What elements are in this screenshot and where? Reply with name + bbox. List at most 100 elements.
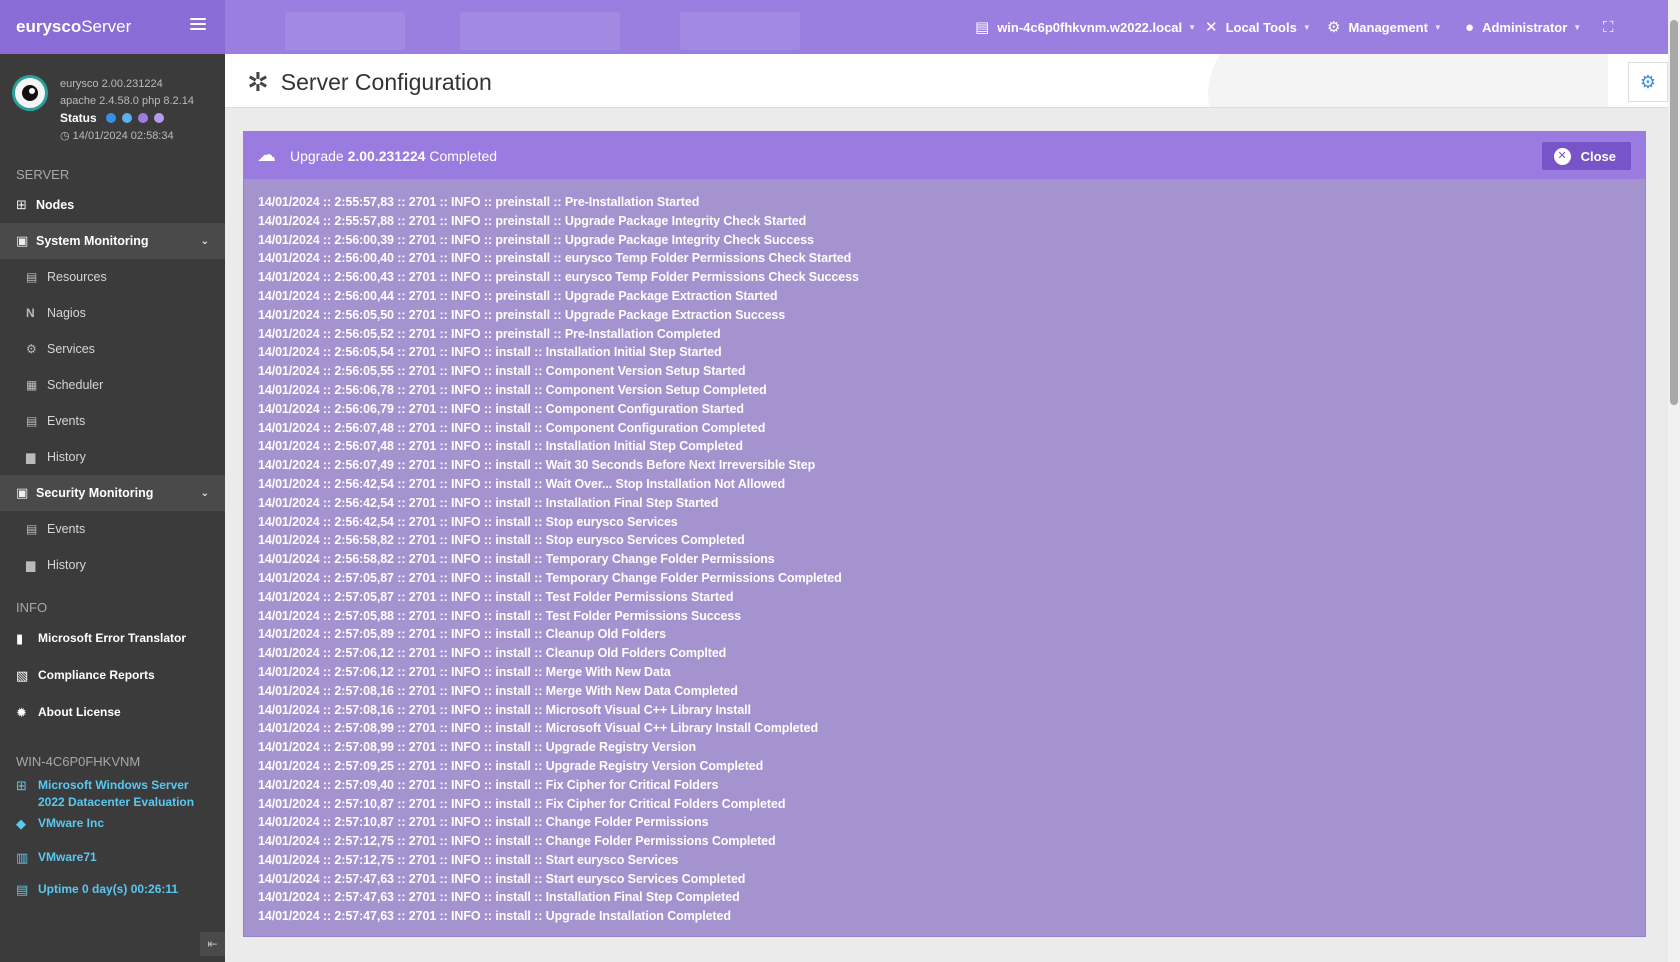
log-line: 14/01/2024 :: 2:56:42,54 :: 2701 :: INFO… <box>258 476 786 491</box>
tools-icon: ✕ <box>1205 19 1218 36</box>
log-line: 14/01/2024 :: 2:57:09,25 :: 2701 :: INFO… <box>258 758 764 773</box>
windows-icon: ⊞ <box>16 778 27 793</box>
sidebar-item-nodes[interactable]: ⊞ Nodes <box>0 187 225 223</box>
log-line: 14/01/2024 :: 2:56:58,82 :: 2701 :: INFO… <box>258 552 775 567</box>
log-line: 14/01/2024 :: 2:57:12,75 :: 2701 :: INFO… <box>258 852 679 867</box>
sidebar-item-nagios[interactable]: N Nagios <box>0 295 225 331</box>
log-line: 14/01/2024 :: 2:57:10,87 :: 2701 :: INFO… <box>258 796 786 811</box>
topnav-administrator[interactable]: ● Administrator ▼ <box>1465 0 1581 54</box>
resources-icon: ▤ <box>26 270 38 284</box>
log-line: 14/01/2024 :: 2:57:09,40 :: 2701 :: INFO… <box>258 777 719 792</box>
sidebar-item-manufacturer[interactable]: ◆ VMware Inc <box>0 815 225 832</box>
sidebar-item-security-events[interactable]: ▤ Events <box>0 511 225 547</box>
log-line: 14/01/2024 :: 2:57:05,88 :: 2701 :: INFO… <box>258 608 742 623</box>
chevron-down-icon: ⌄ <box>200 235 209 247</box>
settings-gear-button[interactable]: ⚙ <box>1628 62 1668 102</box>
clock-icon: ◷ <box>60 130 70 142</box>
log-line: 14/01/2024 :: 2:57:05,89 :: 2701 :: INFO… <box>258 627 666 642</box>
log-line: 14/01/2024 :: 2:56:00,39 :: 2701 :: INFO… <box>258 232 814 247</box>
sidebar-item-scheduler[interactable]: ▦ Scheduler <box>0 367 225 403</box>
log-line: 14/01/2024 :: 2:57:47,63 :: 2701 :: INFO… <box>258 890 740 905</box>
gear-icon: ⚙ <box>26 342 37 356</box>
page-header: ✲ Server Configuration ⚙ <box>225 54 1668 108</box>
scrollbar-thumb[interactable] <box>1670 20 1678 405</box>
topnav-server[interactable]: ▤ win-4c6p0fhkvnm.w2022.local ▼ <box>975 0 1196 54</box>
log-line: 14/01/2024 :: 2:57:47,63 :: 2701 :: INFO… <box>258 871 746 886</box>
log-line: 14/01/2024 :: 2:56:05,54 :: 2701 :: INFO… <box>258 345 722 360</box>
log-line: 14/01/2024 :: 2:57:05,87 :: 2701 :: INFO… <box>258 589 734 604</box>
sidebar-item-model[interactable]: ▥ VMware71 <box>0 849 225 866</box>
calendar-icon: ▦ <box>26 378 38 392</box>
sidebar-item-history[interactable]: ▆ History <box>0 439 225 475</box>
status-dot-icon <box>121 113 132 123</box>
status-label: Status <box>60 111 97 125</box>
log-line: 14/01/2024 :: 2:56:42,54 :: 2701 :: INFO… <box>258 514 678 529</box>
log-line: 14/01/2024 :: 2:57:06,12 :: 2701 :: INFO… <box>258 646 727 661</box>
log-line: 14/01/2024 :: 2:57:08,16 :: 2701 :: INFO… <box>258 683 738 698</box>
menu-toggle-icon[interactable] <box>190 18 206 32</box>
log-line: 14/01/2024 :: 2:57:08,99 :: 2701 :: INFO… <box>258 721 818 736</box>
log-line: 14/01/2024 :: 2:57:10,87 :: 2701 :: INFO… <box>258 815 709 830</box>
topnav-management[interactable]: ⚙ Management ▼ <box>1327 0 1442 54</box>
page-scrollbar[interactable] <box>1668 0 1680 962</box>
sidebar-item-os[interactable]: ⊞ Microsoft Windows Server 2022 Datacente… <box>0 777 225 811</box>
report-icon: ▧ <box>16 668 29 683</box>
medkit-icon: ▮ <box>16 631 24 646</box>
log-line: 14/01/2024 :: 2:57:08,99 :: 2701 :: INFO… <box>258 740 697 755</box>
sidebar-item-system-monitoring[interactable]: ▣ System Monitoring ⌄ <box>0 223 225 259</box>
log-line: 14/01/2024 :: 2:56:06,79 :: 2701 :: INFO… <box>258 401 744 416</box>
sidebar-item-security-history[interactable]: ▆ History <box>0 547 225 583</box>
book-icon: ▆ <box>26 450 36 464</box>
chevron-down-icon: ▼ <box>1188 22 1197 32</box>
log-line: 14/01/2024 :: 2:57:12,75 :: 2701 :: INFO… <box>258 834 776 849</box>
close-button[interactable]: ✕ Close <box>1541 142 1631 170</box>
log-line: 14/01/2024 :: 2:56:07,49 :: 2701 :: INFO… <box>258 458 816 473</box>
chevron-down-icon: ▼ <box>1302 22 1311 32</box>
chevron-down-icon: ⌄ <box>200 487 209 499</box>
gear-icon: ⚙ <box>1639 72 1657 92</box>
uptime-icon: ▤ <box>16 882 29 897</box>
log-line: 14/01/2024 :: 2:57:08,16 :: 2701 :: INFO… <box>258 702 751 717</box>
log-line: 14/01/2024 :: 2:56:07,48 :: 2701 :: INFO… <box>258 439 743 454</box>
log-line: 14/01/2024 :: 2:56:00,43 :: 2701 :: INFO… <box>258 270 859 285</box>
sidebar-item-about-license[interactable]: ✹ About License <box>0 705 225 721</box>
cloud-download-icon: ☁ <box>257 145 276 166</box>
log-line: 14/01/2024 :: 2:56:00,40 :: 2701 :: INFO… <box>258 251 852 266</box>
log-line: 14/01/2024 :: 2:57:06,12 :: 2701 :: INFO… <box>258 664 671 679</box>
log-line: 14/01/2024 :: 2:57:05,87 :: 2701 :: INFO… <box>258 570 842 585</box>
topbar-decoration <box>285 12 405 50</box>
chart-icon: ▣ <box>16 233 29 248</box>
topbar-decoration <box>460 12 620 50</box>
sidebar-item-uptime[interactable]: ▤ Uptime 0 day(s) 00:26:11 <box>0 881 225 898</box>
topbar-decoration <box>680 12 800 50</box>
avatar <box>12 75 48 111</box>
section-header-host: WIN-4C6P0FHKVNM <box>16 754 141 769</box>
sidebar-item-compliance-reports[interactable]: ▧ Compliance Reports <box>0 668 225 684</box>
barcode-icon: ▥ <box>16 850 29 865</box>
sidebar-item-security-monitoring[interactable]: ▣ Security Monitoring ⌄ <box>0 475 225 511</box>
shield-icon: ▣ <box>16 485 29 500</box>
status-dot-icon <box>105 113 116 123</box>
profile-block: eurysco 2.00.231224 apache 2.4.58.0 php … <box>0 54 225 154</box>
topnav-local-tools[interactable]: ✕ Local Tools ▼ <box>1205 0 1311 54</box>
sidebar: eurysco 2.00.231224 apache 2.4.58.0 php … <box>0 54 225 962</box>
certificate-icon: ✹ <box>16 705 27 720</box>
log-line: 14/01/2024 :: 2:56:05,50 :: 2701 :: INFO… <box>258 307 786 322</box>
server-icon: ▤ <box>975 19 990 36</box>
sidebar-item-error-translator[interactable]: ▮ Microsoft Error Translator <box>0 631 225 647</box>
sidebar-item-resources[interactable]: ▤ Resources <box>0 259 225 295</box>
refresh-icon[interactable] <box>153 113 164 123</box>
status-dot-icon <box>137 113 148 123</box>
sidebar-collapse-button[interactable]: ⇤ <box>200 932 225 956</box>
upgrade-log-panel: ☁ Upgrade 2.00.231224 Completed ✕ Close … <box>243 131 1646 937</box>
fullscreen-button[interactable]: ⛶ <box>1603 0 1622 54</box>
close-icon: ✕ <box>1553 147 1571 165</box>
fullscreen-icon: ⛶ <box>1603 18 1614 36</box>
sidebar-item-events[interactable]: ▤ Events <box>0 403 225 439</box>
section-header-server: SERVER <box>16 167 70 182</box>
nagios-icon: N <box>26 306 35 320</box>
log-line: 14/01/2024 :: 2:56:05,52 :: 2701 :: INFO… <box>258 326 721 341</box>
section-header-info: INFO <box>16 600 48 615</box>
sidebar-item-services[interactable]: ⚙ Services <box>0 331 225 367</box>
log-line: 14/01/2024 :: 2:55:57,88 :: 2701 :: INFO… <box>258 213 807 228</box>
